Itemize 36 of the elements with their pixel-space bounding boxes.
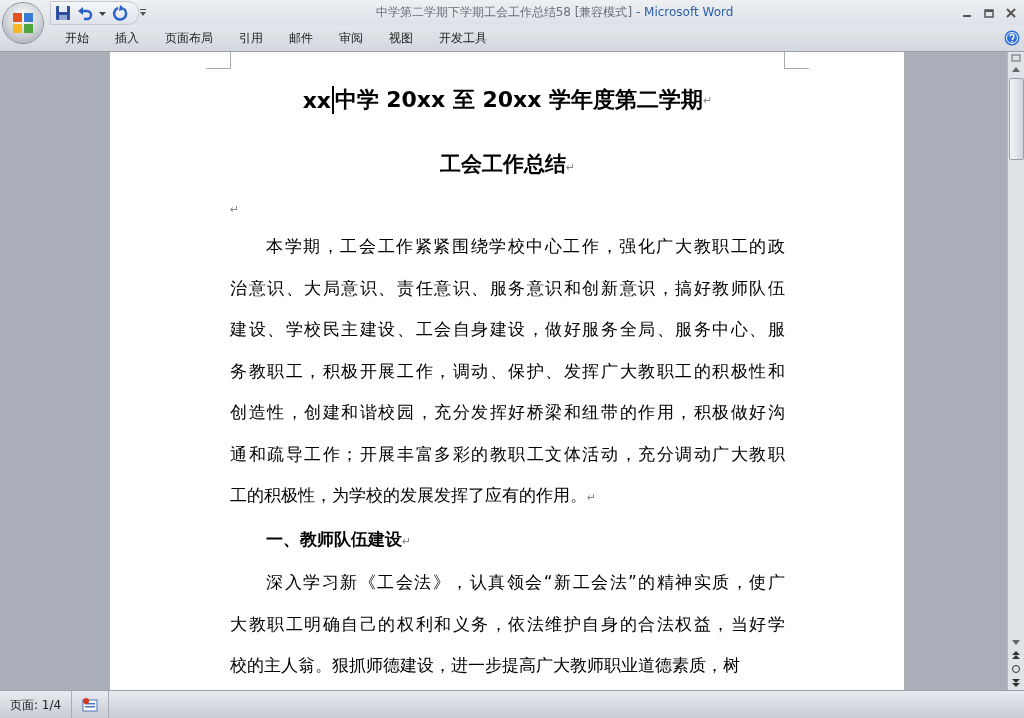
save-icon[interactable]	[55, 4, 71, 21]
browse-object-icon[interactable]	[1010, 662, 1022, 676]
split-icon[interactable]	[1010, 52, 1022, 64]
body-paragraph: 深入学习新《工会法》，认真领会“新工会法”的精神实质，使广 大教职工明确自己的权利和义务，依法维护自身的合法权益，当好学 校的主人翁。狠抓师德建设，进一步提高广大教师职业道德素质，树	[230, 571, 785, 677]
section-heading: 一、教师队伍建设↵	[265, 527, 413, 551]
ribbon-tab[interactable]: 审阅	[326, 27, 376, 49]
ribbon-tab[interactable]: 插入	[102, 27, 152, 49]
ribbon-tab[interactable]: 引用	[226, 27, 276, 49]
text-cursor	[332, 86, 334, 114]
office-logo[interactable]	[11, 11, 35, 35]
redo-icon[interactable]	[112, 4, 128, 21]
ribbon-tab[interactable]: 开始	[52, 27, 102, 49]
help-icon[interactable]	[1004, 30, 1020, 46]
paragraph-mark: ↵	[703, 93, 713, 107]
ribbon-tab[interactable]: 视图	[376, 27, 426, 49]
ribbon-tab[interactable]: 页面布局	[152, 27, 226, 49]
document-title: 中学 20xx 至 20xx 学年度第二学期	[334, 86, 704, 114]
close-icon[interactable]	[1006, 6, 1016, 19]
paragraph-mark: ↵	[565, 161, 576, 174]
ribbon-tab[interactable]: 邮件	[276, 27, 326, 49]
restore-icon[interactable]	[984, 6, 994, 19]
document-title: xx	[302, 87, 331, 113]
page-indicator[interactable]: 页面: 1/4	[0, 691, 73, 718]
previous-page-icon[interactable]	[1010, 648, 1022, 662]
crop-mark	[206, 52, 231, 69]
body-paragraph: 本学期，工会工作紧紧围绕学校中心工作，强化广大教职工的政 治意识、大局意识、责任意识、服务意识和创新意识，搞好教师队伍 建设、学校民主建设、工会自身建设，做好服务全局、服务中心、服 务教职工，积极开展工作，调动、保护、发挥广大教职工的积极性和 创造性，创建和谐校园，充分发挥好桥梁和纽带的作用，积极做好沟 通和疏导工作；开展丰富多彩的教职工文体活动，充分调动广大教职 工的积极性，为学校的发展发挥了应有的作用。↵	[230, 235, 785, 507]
proofing-icon[interactable]	[82, 698, 99, 712]
paragraph-mark: ↵	[230, 203, 240, 216]
next-page-icon[interactable]	[1010, 676, 1022, 690]
ribbon-tab[interactable]: 开发工具	[426, 27, 500, 49]
undo-icon[interactable]	[77, 4, 93, 21]
crop-mark	[784, 52, 809, 69]
scroll-thumb[interactable]	[1008, 78, 1024, 160]
window-title: 中学第二学期下学期工会工作总结58 [兼容模式] - Microsoft Word	[374, 4, 735, 21]
document-subtitle: 工会工作总结	[439, 152, 566, 176]
office-button[interactable]	[3, 3, 43, 43]
